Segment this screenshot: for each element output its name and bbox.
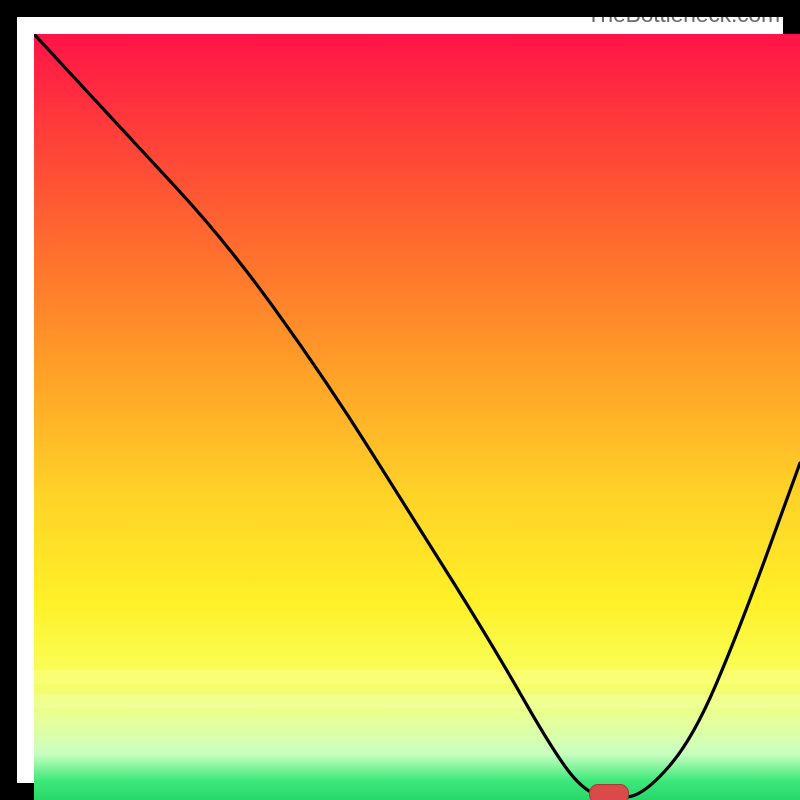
chart-frame (0, 0, 800, 800)
bottleneck-line-chart (34, 34, 800, 800)
optimal-marker (589, 784, 629, 800)
chart-plot-area (34, 34, 800, 800)
curve-path (34, 34, 800, 798)
